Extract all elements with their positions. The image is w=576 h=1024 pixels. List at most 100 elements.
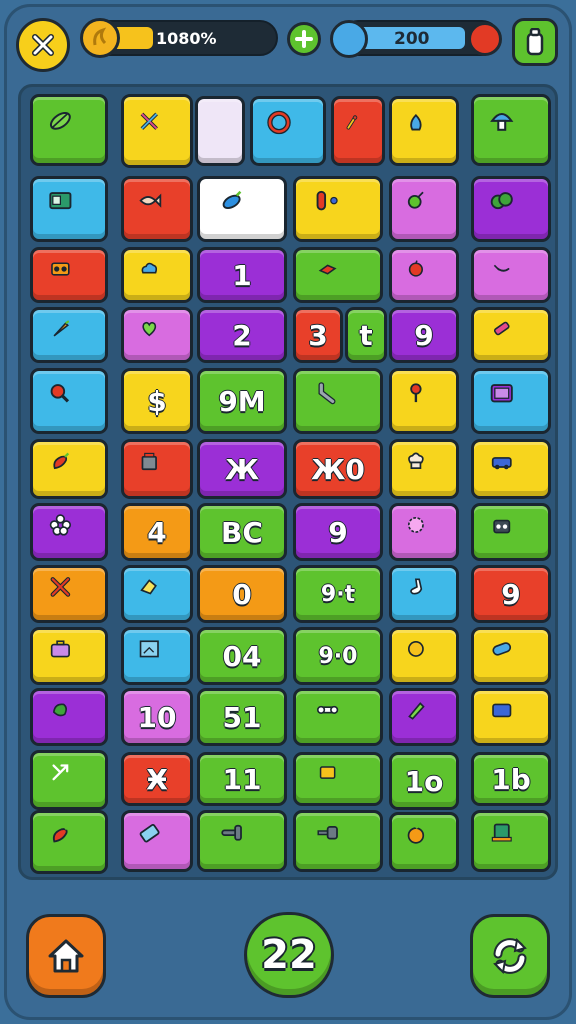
- tile-bucket[interactable]: [121, 439, 193, 499]
- tile-frame[interactable]: [121, 627, 193, 685]
- tile-label: $: [147, 384, 167, 418]
- tile-n9b[interactable]: 9: [293, 503, 383, 561]
- tile-machine[interactable]: [471, 810, 551, 872]
- close-button[interactable]: [16, 18, 70, 72]
- tile-n9m[interactable]: 9M: [197, 368, 287, 434]
- cloud-icon: [137, 258, 178, 293]
- tile-pill[interactable]: [471, 627, 551, 685]
- tile-label: Ж0: [311, 452, 365, 486]
- tile-bird[interactable]: [30, 688, 108, 746]
- tile-flower[interactable]: [30, 503, 108, 561]
- frame-icon: [137, 638, 178, 674]
- tile-tv[interactable]: [471, 368, 551, 434]
- tile-n11[interactable]: 11: [197, 752, 287, 806]
- tile-nt[interactable]: t: [345, 307, 387, 363]
- tile-n2[interactable]: 2: [197, 307, 287, 363]
- tile-banana[interactable]: [471, 247, 551, 303]
- tile-hammer[interactable]: [197, 810, 287, 872]
- tile-spoon[interactable]: [389, 368, 459, 434]
- switch-icon: [312, 188, 364, 230]
- tile-n1o[interactable]: 1o: [389, 752, 459, 810]
- tile-pipe[interactable]: [293, 368, 383, 434]
- candy-icon: [488, 318, 534, 353]
- tile-lemon[interactable]: [389, 627, 459, 685]
- tile-bush[interactable]: [471, 176, 551, 242]
- tile-radio[interactable]: [30, 176, 108, 242]
- tile-pepper2[interactable]: [30, 810, 108, 874]
- tile-fish[interactable]: [121, 176, 193, 242]
- tile-orange-fruit[interactable]: [389, 812, 459, 872]
- tile-pepper[interactable]: [30, 439, 108, 499]
- tile-x-mark[interactable]: [30, 565, 108, 623]
- tile-n1[interactable]: 1: [197, 247, 287, 303]
- tile-blank-1[interactable]: [195, 96, 245, 166]
- tile-feather[interactable]: [197, 176, 287, 242]
- tile-n9a[interactable]: 9: [389, 307, 459, 363]
- tile-n10[interactable]: Ж0: [293, 439, 383, 499]
- tile-cloud2[interactable]: [389, 503, 459, 561]
- tile-cloud[interactable]: [121, 247, 193, 303]
- tile-nbc[interactable]: BC: [197, 503, 287, 561]
- tile-chef[interactable]: [389, 439, 459, 499]
- brick-icon: [312, 258, 364, 293]
- tile-eraser[interactable]: [121, 565, 193, 623]
- tile-n04[interactable]: 04: [197, 627, 287, 685]
- tile-suitcase[interactable]: [30, 627, 108, 685]
- bush-icon: [488, 188, 534, 230]
- tile-carrot[interactable]: [30, 307, 108, 363]
- tile-n9c[interactable]: 9: [471, 565, 551, 623]
- tile-nh[interactable]: Ӿ: [121, 752, 193, 806]
- orange-fruit-icon: [404, 823, 444, 861]
- tile-n0[interactable]: 0: [197, 565, 287, 623]
- tile-car[interactable]: [471, 439, 551, 499]
- flower-icon: [47, 514, 92, 550]
- tile-arrows[interactable]: [30, 750, 108, 810]
- tile-tools[interactable]: [121, 94, 193, 168]
- tile-brush[interactable]: [331, 96, 385, 166]
- tile-sock[interactable]: [389, 565, 459, 623]
- tile-plug[interactable]: [293, 810, 383, 872]
- tile-candy[interactable]: [471, 307, 551, 363]
- tile-bone[interactable]: [293, 688, 383, 746]
- tile-heart[interactable]: [121, 307, 193, 363]
- tile-n90[interactable]: 9·0: [293, 627, 383, 685]
- tile-n9t[interactable]: 9·t: [293, 565, 383, 623]
- tile-leaf[interactable]: [30, 94, 108, 166]
- tile-ring[interactable]: [250, 96, 326, 166]
- tile-label: 9: [328, 515, 348, 549]
- bottle-icon: [404, 109, 444, 154]
- tile-apple[interactable]: [389, 247, 459, 303]
- refresh-button[interactable]: [470, 914, 550, 998]
- tile-meat[interactable]: [30, 368, 108, 434]
- gem-meter-text: 200: [394, 29, 430, 49]
- tile-label: 4: [147, 515, 167, 549]
- tile-switch[interactable]: [293, 176, 383, 242]
- tile-n4[interactable]: 4: [121, 503, 193, 561]
- tile-wallet[interactable]: [293, 752, 383, 806]
- tile-pencil[interactable]: [389, 688, 459, 746]
- tile-n1b[interactable]: 1b: [471, 752, 551, 806]
- coin-icon: [80, 18, 120, 58]
- tile-bottle[interactable]: [389, 96, 459, 166]
- tile-n3[interactable]: 3: [293, 307, 343, 363]
- tile-robot[interactable]: [471, 503, 551, 561]
- pill-icon: [488, 638, 534, 674]
- tile-phone[interactable]: [121, 810, 193, 872]
- tile-nx[interactable]: Ж: [197, 439, 287, 499]
- tile-dollar[interactable]: $: [121, 368, 193, 434]
- tile-n51[interactable]: 51: [197, 688, 287, 746]
- tile-label: 9·0: [318, 643, 358, 669]
- tile-box[interactable]: [471, 688, 551, 746]
- add-coins-button[interactable]: [287, 22, 321, 56]
- home-button[interactable]: [26, 914, 106, 998]
- tile-label: 10: [137, 700, 177, 734]
- tile-brick[interactable]: [293, 247, 383, 303]
- settings-button[interactable]: [512, 18, 558, 66]
- tile-n10b[interactable]: 10: [121, 688, 193, 746]
- tile-mushroom[interactable]: [471, 94, 551, 166]
- eraser-icon: [137, 576, 178, 612]
- tile-grape[interactable]: [389, 176, 459, 242]
- ring-icon: [266, 109, 309, 154]
- tile-boombox[interactable]: [30, 247, 108, 303]
- grape-icon: [404, 188, 444, 230]
